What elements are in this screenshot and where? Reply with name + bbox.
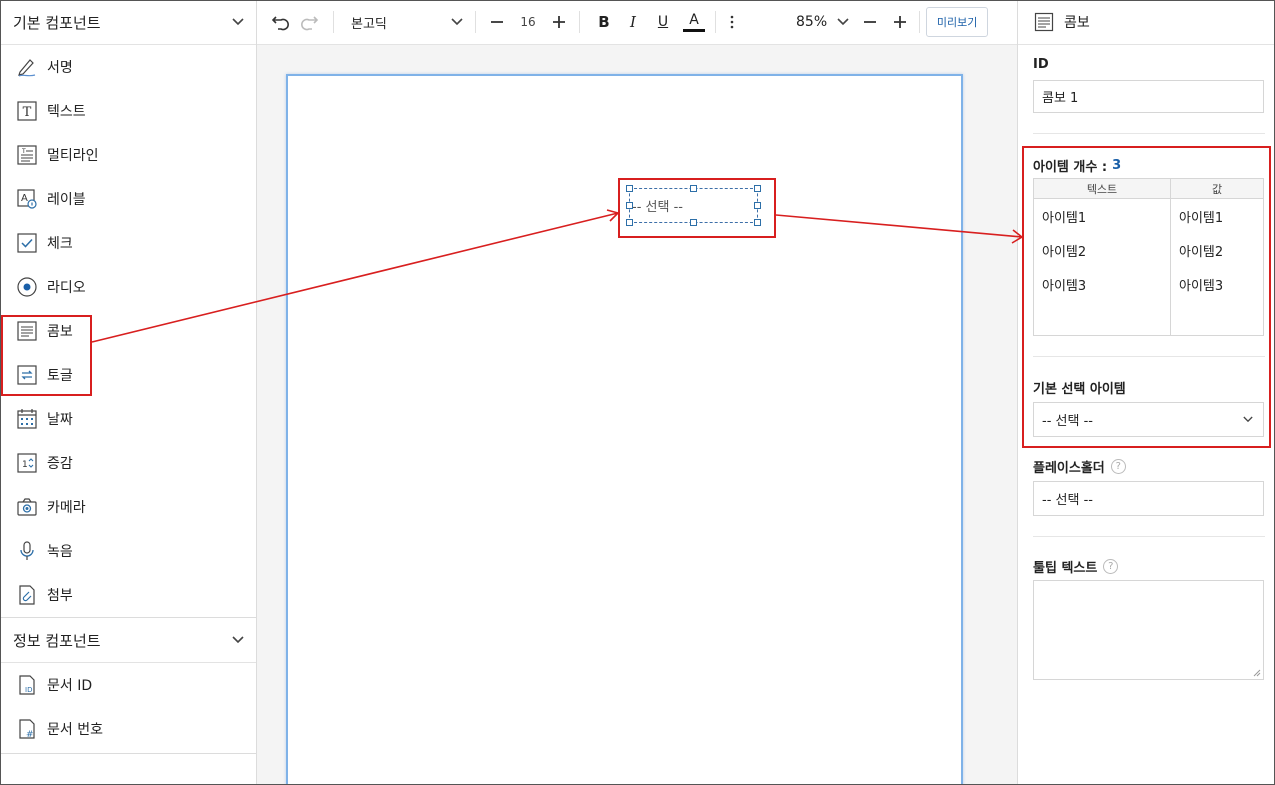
window-frame — [0, 0, 1275, 785]
